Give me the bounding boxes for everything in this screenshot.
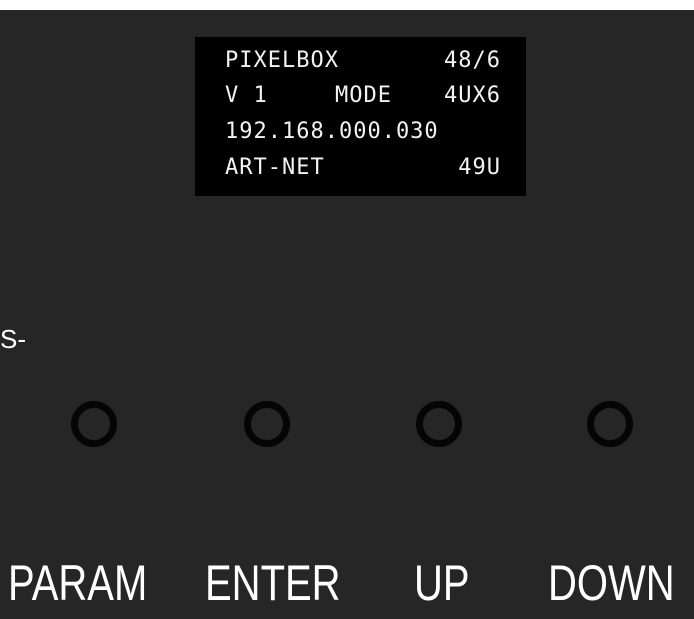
universe-count: 49U xyxy=(458,155,501,180)
down-label: DOWN xyxy=(548,555,675,611)
side-label: S- xyxy=(0,324,26,354)
enter-button[interactable] xyxy=(244,401,290,447)
mode-label: MODE xyxy=(335,83,392,108)
mode-value: 4UX6 xyxy=(444,83,501,108)
channel-info: 48/6 xyxy=(444,48,501,73)
oled-display: PIXELBOX 48/6 V 1 MODE 4UX6 192.168.000.… xyxy=(195,37,526,196)
ip-address: 192.168.000.030 xyxy=(225,119,439,144)
version-text: V 1 xyxy=(225,83,268,108)
up-label: UP xyxy=(414,555,470,611)
param-label: PARAM xyxy=(8,555,148,611)
display-line-3: 192.168.000.030 xyxy=(225,116,501,148)
protocol-text: ART-NET xyxy=(225,155,325,180)
param-button[interactable] xyxy=(71,401,117,447)
enter-label: ENTER xyxy=(205,555,341,611)
display-line-1: PIXELBOX 48/6 xyxy=(225,45,501,77)
device-name: PIXELBOX xyxy=(225,48,339,73)
display-line-4: ART-NET 49U xyxy=(225,152,501,184)
up-button[interactable] xyxy=(416,401,462,447)
down-button[interactable] xyxy=(587,401,633,447)
display-line-2: V 1 MODE 4UX6 xyxy=(225,80,501,112)
device-panel: PIXELBOX 48/6 V 1 MODE 4UX6 192.168.000.… xyxy=(0,10,694,619)
